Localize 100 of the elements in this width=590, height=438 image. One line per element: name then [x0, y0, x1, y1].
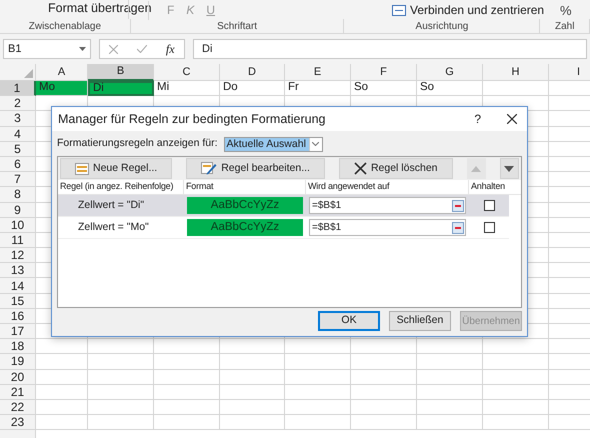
- cell[interactable]: [154, 400, 220, 416]
- row-header[interactable]: 23: [0, 415, 36, 430]
- cell[interactable]: [154, 415, 220, 430]
- row-header[interactable]: 16: [0, 308, 36, 324]
- row-header[interactable]: 18: [0, 339, 36, 354]
- cell[interactable]: Di: [88, 81, 154, 96]
- cell[interactable]: [154, 370, 220, 385]
- toolbar-button[interactable]: Regel bearbeiten...: [186, 158, 325, 179]
- cell[interactable]: [351, 415, 417, 430]
- column-header[interactable]: B: [88, 64, 154, 81]
- cell[interactable]: [220, 339, 285, 354]
- cell[interactable]: Do: [220, 81, 285, 96]
- row-header[interactable]: 3: [0, 111, 36, 127]
- cell[interactable]: [417, 370, 483, 385]
- cell[interactable]: [220, 415, 285, 430]
- toolbar-button[interactable]: Neue Regel...: [60, 158, 172, 179]
- cell[interactable]: [285, 354, 351, 370]
- cell[interactable]: [285, 415, 351, 430]
- cell[interactable]: [483, 370, 549, 385]
- cell[interactable]: [220, 354, 285, 370]
- cell[interactable]: [285, 370, 351, 385]
- cell[interactable]: [88, 400, 154, 416]
- cell[interactable]: [220, 400, 285, 416]
- dialog-button[interactable]: Schließen: [389, 311, 451, 331]
- row-header[interactable]: 5: [0, 142, 36, 157]
- column-header[interactable]: C: [154, 64, 220, 81]
- cell[interactable]: [417, 339, 483, 354]
- row-header[interactable]: 13: [0, 263, 36, 278]
- cell[interactable]: So: [417, 81, 483, 96]
- cell[interactable]: Fr: [285, 81, 351, 96]
- name-box[interactable]: B1: [3, 39, 91, 59]
- row-header[interactable]: 21: [0, 384, 36, 400]
- toolbar-button[interactable]: Regel löschen: [338, 158, 452, 179]
- cell[interactable]: [36, 339, 88, 354]
- format-painter-button[interactable]: Format übertragen: [48, 2, 152, 14]
- cell[interactable]: [351, 339, 417, 354]
- cell[interactable]: Mi: [154, 81, 220, 96]
- row-header[interactable]: 8: [0, 187, 36, 202]
- close-icon[interactable]: [507, 114, 517, 124]
- cell[interactable]: [154, 384, 220, 400]
- cell[interactable]: [483, 354, 549, 370]
- row-header[interactable]: 19: [0, 354, 36, 370]
- range-input[interactable]: =$B$1: [309, 197, 466, 214]
- stop-checkbox[interactable]: [484, 222, 494, 233]
- row-header[interactable]: 12: [0, 248, 36, 264]
- row-header[interactable]: 20: [0, 370, 36, 385]
- cell[interactable]: [351, 370, 417, 385]
- column-header[interactable]: H: [483, 64, 549, 81]
- cell[interactable]: [417, 384, 483, 400]
- cell[interactable]: [351, 400, 417, 416]
- cell[interactable]: [220, 370, 285, 385]
- checkmark-icon[interactable]: [137, 45, 148, 53]
- cell[interactable]: [88, 354, 154, 370]
- cell[interactable]: So: [351, 81, 417, 96]
- cell[interactable]: [483, 339, 549, 354]
- cell[interactable]: [154, 339, 220, 354]
- range-picker-icon[interactable]: [452, 200, 464, 212]
- cell[interactable]: [88, 384, 154, 400]
- cell[interactable]: [285, 339, 351, 354]
- cell[interactable]: [417, 354, 483, 370]
- column-header[interactable]: D: [220, 64, 285, 81]
- row-header[interactable]: 1: [0, 81, 36, 96]
- column-header[interactable]: G: [417, 64, 483, 81]
- cell[interactable]: [417, 415, 483, 430]
- cell[interactable]: [483, 400, 549, 416]
- row-header[interactable]: 10: [0, 218, 36, 233]
- cell[interactable]: [36, 415, 88, 430]
- merge-center-button[interactable]: Verbinden und zentrieren: [410, 1, 544, 19]
- cell[interactable]: [351, 354, 417, 370]
- row-header[interactable]: 11: [0, 232, 36, 248]
- cell[interactable]: [88, 339, 154, 354]
- help-button[interactable]: ?: [474, 110, 481, 128]
- row-header[interactable]: 17: [0, 324, 36, 340]
- row-header[interactable]: 6: [0, 156, 36, 172]
- cell[interactable]: [36, 370, 88, 385]
- rule-row[interactable]: Zellwert = "Mo" AaBbCcYyZz =$B$1: [58, 217, 509, 239]
- cell[interactable]: [285, 400, 351, 416]
- row-header[interactable]: 14: [0, 278, 36, 294]
- column-header[interactable]: E: [285, 64, 351, 81]
- cell[interactable]: [483, 81, 549, 96]
- row-header[interactable]: 4: [0, 126, 36, 142]
- cell[interactable]: [483, 384, 549, 400]
- scope-select[interactable]: Aktuelle Auswahl: [224, 136, 323, 152]
- row-header[interactable]: 9: [0, 202, 36, 218]
- column-header[interactable]: I: [549, 64, 590, 81]
- move-down-button[interactable]: [500, 158, 519, 179]
- row-header[interactable]: 22: [0, 400, 36, 416]
- cell[interactable]: [351, 384, 417, 400]
- cell[interactable]: [36, 400, 88, 416]
- range-input[interactable]: =$B$1: [309, 219, 466, 236]
- stop-checkbox[interactable]: [484, 200, 494, 211]
- cell[interactable]: [285, 384, 351, 400]
- formula-input[interactable]: Di: [193, 39, 587, 59]
- cell[interactable]: [483, 415, 549, 430]
- column-header[interactable]: F: [351, 64, 417, 81]
- rule-row[interactable]: Zellwert = "Di" AaBbCcYyZz =$B$1: [58, 195, 509, 217]
- cell[interactable]: [88, 370, 154, 385]
- insert-function-button[interactable]: fx: [166, 40, 175, 58]
- cell[interactable]: [36, 354, 88, 370]
- row-header[interactable]: 7: [0, 172, 36, 188]
